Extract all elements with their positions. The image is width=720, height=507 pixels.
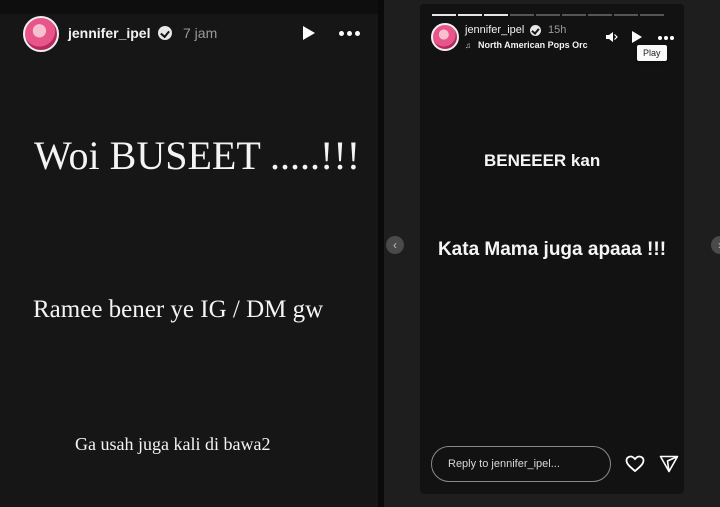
prev-arrow-icon[interactable]: ‹ (386, 236, 404, 254)
story-text-line: Kata Mama juga apaaa !!! (437, 239, 667, 260)
next-arrow-icon[interactable]: › (711, 236, 720, 254)
progress-segment (614, 14, 638, 16)
story-text-footer: Ga usah juga kali di bawa2 (75, 434, 271, 454)
progress-segment (510, 14, 534, 16)
top-bar (0, 0, 378, 14)
progress-segment (458, 14, 482, 16)
music-note-icon: ♫ (465, 41, 471, 50)
left-story-panel: jennifer_ipel 7 jam Woi BUSEET .....!!! … (0, 0, 378, 507)
username[interactable]: jennifer_ipel (465, 24, 524, 36)
verified-badge-icon (158, 26, 172, 40)
right-story-panel: jennifer_ipel 15h ♫ North American Pops … (384, 0, 720, 507)
progress-segment (536, 14, 560, 16)
story-text-headline: Woi BUSEET .....!!! (34, 133, 361, 178)
timestamp: 15h (548, 24, 567, 36)
avatar[interactable] (431, 23, 459, 51)
play-icon[interactable] (632, 31, 642, 43)
progress-segment (640, 14, 664, 16)
reply-input[interactable]: Reply to jennifer_ipel... (431, 446, 611, 482)
progress-segment (484, 14, 508, 16)
avatar[interactable] (23, 16, 59, 52)
music-label[interactable]: North American Pops Orc (478, 40, 598, 50)
sound-icon[interactable] (604, 30, 618, 49)
story-text-line: Ramee bener ye IG / DM gw (33, 296, 324, 323)
timestamp: 7 jam (183, 25, 218, 41)
story-text-headline: BENEEER kan (484, 151, 601, 170)
username[interactable]: jennifer_ipel (68, 25, 150, 41)
more-options-icon[interactable] (339, 31, 360, 36)
more-options-icon[interactable] (658, 36, 674, 40)
story-frame: jennifer_ipel 15h ♫ North American Pops … (420, 4, 684, 494)
heart-icon[interactable] (625, 455, 645, 478)
play-tooltip: Play (637, 45, 667, 61)
progress-segment (562, 14, 586, 16)
send-icon[interactable] (659, 455, 679, 478)
progress-segment (588, 14, 612, 16)
verified-badge-icon (530, 25, 541, 36)
progress-segment (432, 14, 456, 16)
play-icon[interactable] (303, 26, 315, 40)
